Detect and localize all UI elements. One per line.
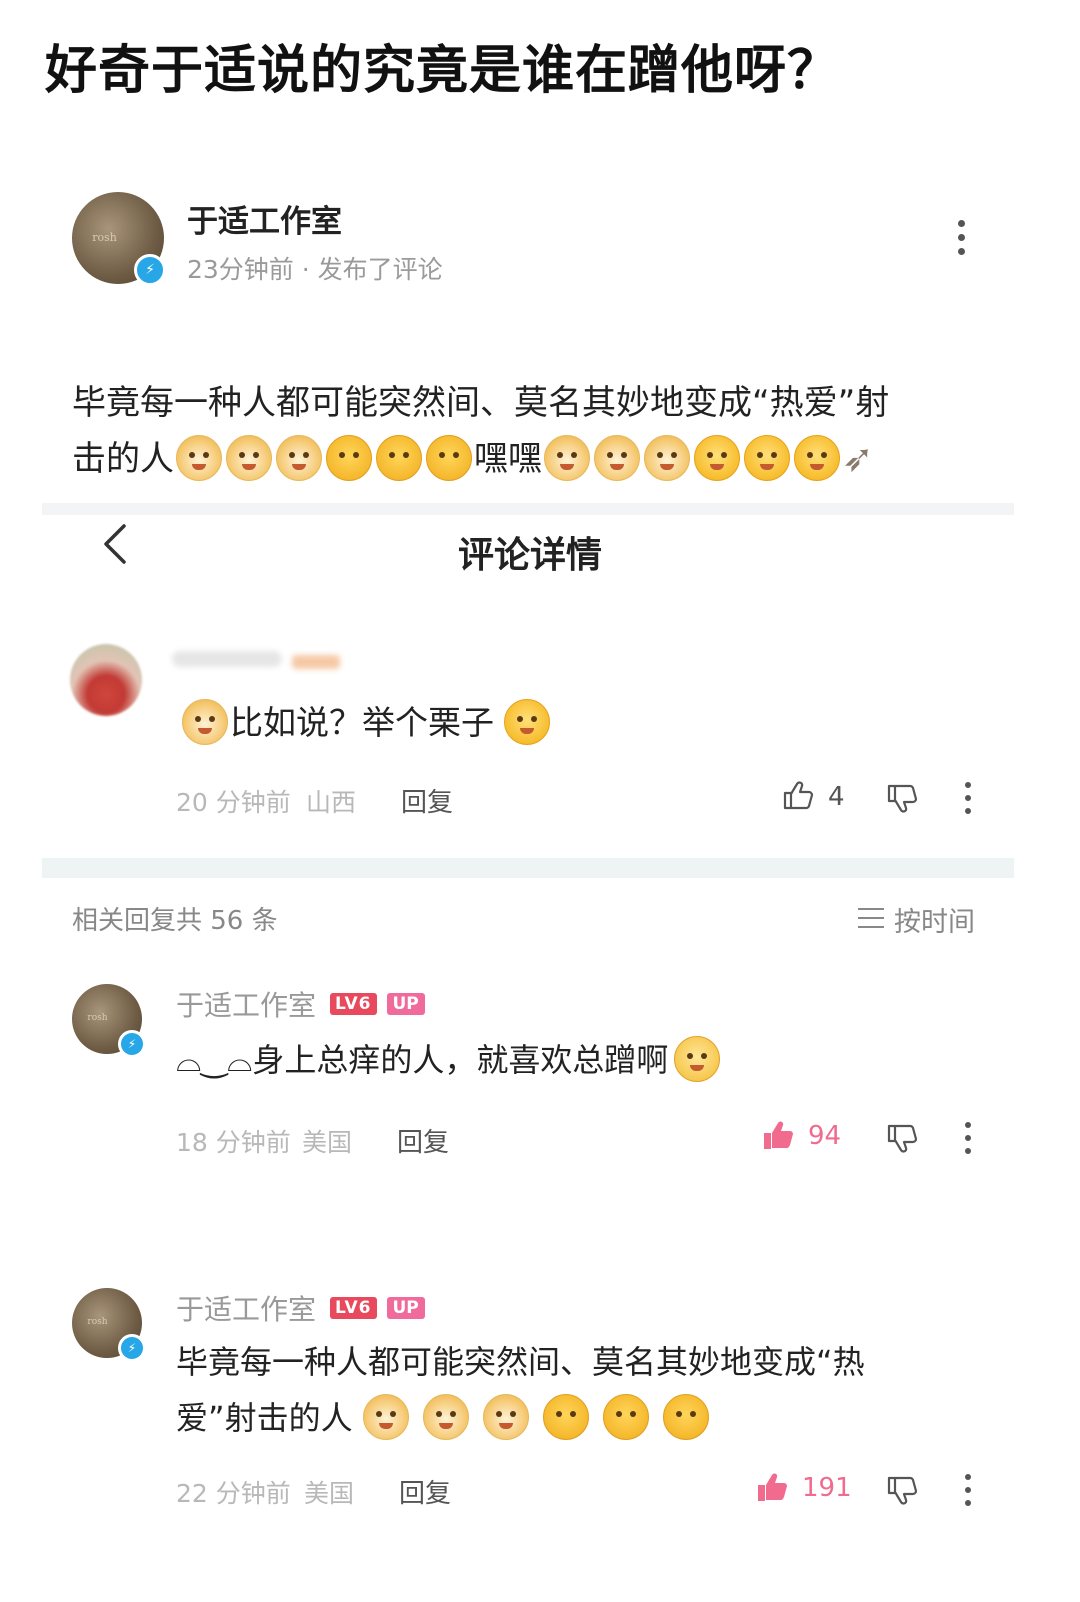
like-button[interactable] <box>782 780 814 814</box>
dislike-button[interactable] <box>886 1124 918 1158</box>
post-meta: 23分钟前 · 发布了评论 <box>187 255 443 284</box>
thumbs-down-icon <box>887 1476 918 1505</box>
post-text-line1: 毕竟每一种人都可能突然间、莫名其妙地变成“热爱”射 <box>72 383 890 423</box>
reply-time: 18 分钟前 <box>176 1128 291 1157</box>
up-badge: UP <box>386 1297 425 1319</box>
dislike-button[interactable] <box>886 1476 918 1510</box>
thumbs-down-icon <box>887 784 918 813</box>
like-button[interactable] <box>756 1472 788 1506</box>
section-divider <box>42 503 1014 515</box>
reply-author-label: 于适工作室 <box>176 989 317 1022</box>
main-comment-reply-button[interactable]: 回复 <box>401 782 453 819</box>
doge-emoji-icon <box>594 434 640 481</box>
level-badge: LV6 <box>330 1297 377 1319</box>
thumbs-up-filled-icon <box>764 1121 793 1149</box>
tongue-wink-emoji-icon <box>794 434 840 481</box>
post-author-name[interactable]: 于适工作室 <box>187 196 342 241</box>
reply-author-avatar[interactable]: rosh ⚡ <box>72 1288 146 1362</box>
doge-emoji-icon <box>644 434 690 481</box>
cover-face-emoji-icon <box>542 1394 589 1440</box>
verified-badge-icon: ⚡ <box>118 1030 146 1058</box>
post-text-line2-prefix: 击的人 <box>72 439 174 479</box>
reply-text: 毕竟每一种人都可能突然间、莫名其妙地变成“热 爱”射击的人 <box>176 1334 966 1446</box>
thumbs-up-icon <box>783 781 814 810</box>
cover-face-emoji-icon <box>376 434 422 481</box>
post-text-line2: 击的人 嘿嘿 ➶ <box>72 431 1002 489</box>
main-comment-text: 比如说？举个栗子 <box>180 696 552 748</box>
reply-location: 美国 <box>302 1128 353 1157</box>
cover-face-emoji-icon <box>662 1394 709 1440</box>
replies-count: 相关回复共 56 条 <box>72 906 278 936</box>
more-options-icon[interactable] <box>965 782 975 821</box>
reply-time: 22 分钟前 <box>176 1479 291 1508</box>
reply-text: ⌓‿⌓身上总痒的人，就喜欢总蹭啊 <box>176 1032 722 1088</box>
doge-emoji-icon <box>176 434 222 481</box>
reply-body-line1: 毕竟每一种人都可能突然间、莫名其妙地变成“热 <box>176 1343 865 1381</box>
doge-emoji-icon <box>482 1394 529 1440</box>
headline: 好奇于适说的究竟是谁在蹭他呀？ <box>45 41 841 101</box>
thumbs-up-filled-icon <box>758 1473 787 1501</box>
cover-face-emoji-icon <box>326 434 372 481</box>
up-badge: UP <box>386 993 425 1015</box>
post-text: 毕竟每一种人都可能突然间、莫名其妙地变成“热爱”射 击的人 嘿嘿 ➶ <box>72 375 1002 489</box>
like-button[interactable] <box>762 1120 794 1154</box>
reply-body: ⌓‿⌓身上总痒的人，就喜欢总蹭啊 <box>176 1041 669 1079</box>
more-options-icon[interactable] <box>965 1474 975 1513</box>
reply-author-label: 于适工作室 <box>176 1293 317 1326</box>
reply-location: 美国 <box>304 1479 355 1508</box>
doge-emoji-icon <box>182 698 228 745</box>
reply-reply-button[interactable]: 回复 <box>397 1122 449 1159</box>
smirk-emoji-icon <box>674 1036 721 1082</box>
detail-title: 评论详情 <box>457 535 602 576</box>
dislike-button[interactable] <box>886 784 918 818</box>
reply-like-count: 191 <box>802 1473 852 1503</box>
cover-face-emoji-icon <box>426 434 472 481</box>
bow-arrow-icon: ➶ <box>842 435 874 480</box>
doge-emoji-icon <box>362 1394 409 1440</box>
commenter-level-blurred <box>292 655 340 669</box>
sort-button[interactable]: 按时间 <box>858 900 975 939</box>
commenter-avatar[interactable] <box>70 644 142 716</box>
post-text-line2-mid: 嘿嘿 <box>474 439 542 479</box>
verified-badge-icon: ⚡ <box>134 254 166 286</box>
doge-emoji-icon <box>544 434 590 481</box>
doge-emoji-icon <box>422 1394 469 1440</box>
reply-author-avatar[interactable]: rosh ⚡ <box>72 984 146 1058</box>
more-options-icon[interactable] <box>958 220 968 262</box>
main-comment-time: 20 分钟前 <box>176 788 291 817</box>
reply-reply-button[interactable]: 回复 <box>399 1473 451 1510</box>
cover-face-emoji-icon <box>602 1394 649 1440</box>
tongue-wink-emoji-icon <box>694 434 740 481</box>
reply-body-line2: 爱”射击的人 <box>176 1390 966 1446</box>
reply-body-line2-text: 爱”射击的人 <box>176 1399 353 1437</box>
laughing-emoji-icon <box>504 698 550 745</box>
reply-author-name[interactable]: 于适工作室 LV6 UP <box>176 984 425 1024</box>
main-comment-like-count: 4 <box>828 782 845 812</box>
author-avatar[interactable]: rosh ⚡ <box>72 192 166 286</box>
doge-emoji-icon <box>226 434 272 481</box>
main-comment-body: 比如说？举个栗子 <box>230 703 494 742</box>
tongue-wink-emoji-icon <box>744 434 790 481</box>
list-sort-icon <box>858 908 884 935</box>
more-options-icon[interactable] <box>965 1122 975 1161</box>
reply-author-name[interactable]: 于适工作室 LV6 UP <box>176 1288 425 1328</box>
reply-like-count: 94 <box>808 1121 842 1151</box>
thumbs-down-icon <box>887 1124 918 1153</box>
commenter-name-blurred[interactable] <box>172 651 282 667</box>
main-comment-location: 山西 <box>306 788 357 817</box>
doge-emoji-icon <box>276 434 322 481</box>
sort-label: 按时间 <box>894 907 975 938</box>
section-divider <box>42 858 1014 878</box>
level-badge: LV6 <box>330 993 377 1015</box>
verified-badge-icon: ⚡ <box>118 1334 146 1362</box>
